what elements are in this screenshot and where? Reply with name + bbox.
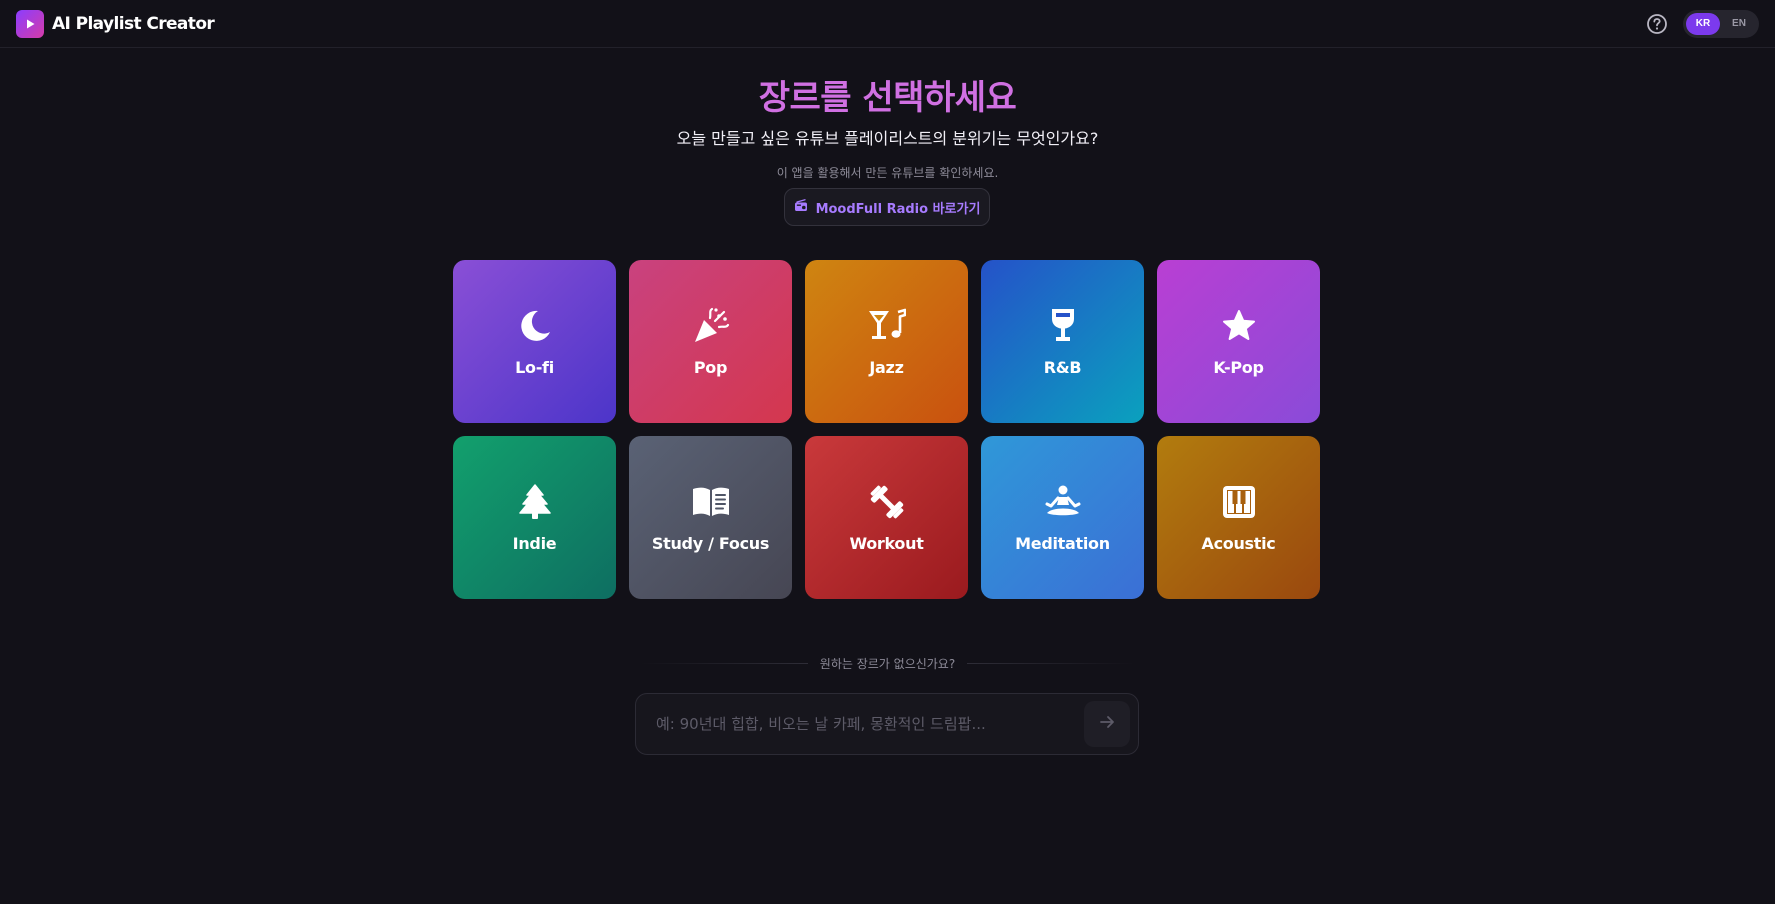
genre-label: Study / Focus xyxy=(651,534,770,553)
custom-genre-box xyxy=(635,693,1139,755)
party-popper-icon xyxy=(691,306,731,346)
genre-card-meditation[interactable]: Meditation xyxy=(981,436,1144,599)
lang-option-kr[interactable]: KR xyxy=(1686,12,1720,35)
star-icon xyxy=(1219,306,1259,346)
custom-divider: 원하는 장르가 없으신가요? xyxy=(640,655,1136,671)
genre-card-acoustic[interactable]: Acoustic xyxy=(1157,436,1320,599)
wine-glass-icon xyxy=(1043,306,1083,346)
brand[interactable]: AI Playlist Creator xyxy=(16,9,215,38)
genre-card-lofi[interactable]: Lo-fi xyxy=(453,260,616,423)
question-circle-icon[interactable] xyxy=(1645,12,1669,36)
genre-label: Indie xyxy=(512,534,557,553)
lang-option-en[interactable]: EN xyxy=(1722,13,1756,35)
genre-label: K-Pop xyxy=(1213,358,1264,377)
genre-card-study-focus[interactable]: Study / Focus xyxy=(629,436,792,599)
custom-genre-prompt: 원하는 장르가 없으신가요? xyxy=(819,656,956,671)
page-title: 장르를 선택하세요 xyxy=(758,78,1017,118)
top-bar: AI Playlist Creator KR EN xyxy=(0,0,1775,48)
play-logo-icon xyxy=(16,9,44,38)
genre-card-rnb[interactable]: R&B xyxy=(981,260,1144,423)
moon-icon xyxy=(515,306,555,346)
language-toggle: KR EN xyxy=(1683,9,1759,38)
radio-icon xyxy=(794,198,808,216)
genre-label: Pop xyxy=(693,358,728,377)
book-icon xyxy=(691,482,731,522)
piano-icon xyxy=(1219,482,1259,522)
cocktail-music-icon xyxy=(867,306,907,346)
radio-button-label: MoodFull Radio 바로가기 xyxy=(815,201,981,217)
genre-label: Meditation xyxy=(1015,534,1110,553)
divider-line xyxy=(640,662,808,664)
divider-line xyxy=(967,662,1136,664)
genre-card-pop[interactable]: Pop xyxy=(629,260,792,423)
custom-genre-input[interactable] xyxy=(656,704,1084,744)
genre-card-workout[interactable]: Workout xyxy=(805,436,968,599)
genre-grid: Lo-fi Pop Jazz R&B K-Pop Indie Study / F… xyxy=(453,260,1320,599)
genre-label: Lo-fi xyxy=(515,358,554,377)
genre-label: Jazz xyxy=(869,358,904,377)
genre-card-kpop[interactable]: K-Pop xyxy=(1157,260,1320,423)
genre-label: Workout xyxy=(849,534,924,553)
moodfull-radio-button[interactable]: MoodFull Radio 바로가기 xyxy=(784,188,990,226)
genre-card-indie[interactable]: Indie xyxy=(453,436,616,599)
genre-label: R&B xyxy=(1043,358,1082,377)
submit-button[interactable] xyxy=(1084,701,1130,747)
meditation-icon xyxy=(1043,482,1083,522)
genre-label: Acoustic xyxy=(1201,534,1276,553)
tree-icon xyxy=(515,482,555,522)
arrow-right-icon xyxy=(1099,714,1115,735)
genre-card-jazz[interactable]: Jazz xyxy=(805,260,968,423)
promo-note: 이 앱을 활용해서 만든 유튜브를 확인하세요. xyxy=(776,166,999,180)
dumbbell-icon xyxy=(867,482,907,522)
page-subtitle: 오늘 만들고 싶은 유튜브 플레이리스트의 분위기는 무엇인가요? xyxy=(676,129,1099,148)
app-title: AI Playlist Creator xyxy=(52,13,215,34)
